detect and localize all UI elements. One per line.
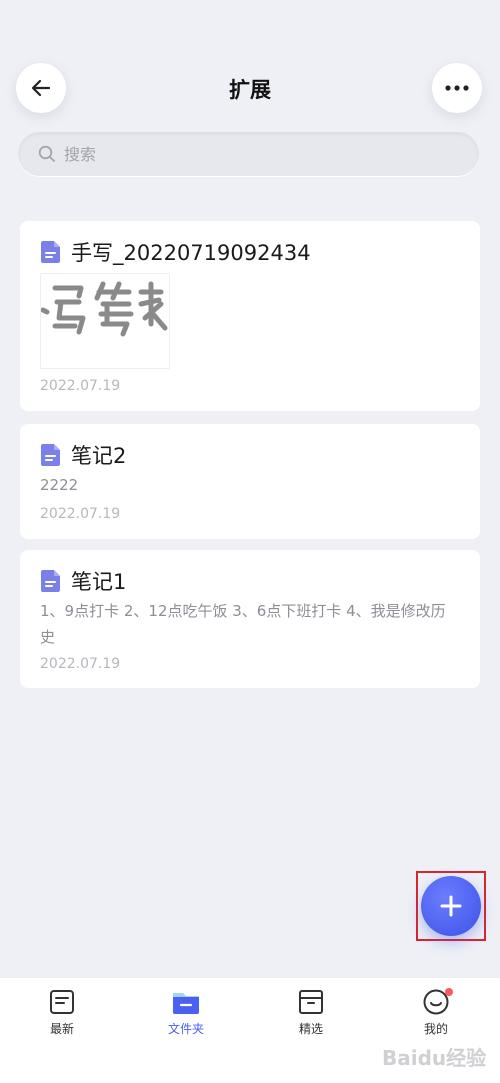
folder-icon [173, 993, 199, 1014]
document-icon [41, 570, 60, 592]
plus-icon [440, 895, 462, 917]
watermark: Baidu经验 [382, 1046, 487, 1070]
page-title: 扩展 [229, 78, 271, 102]
note-card[interactable]: 笔记2 2222 2022.07.19 [20, 424, 480, 539]
note-title: 手写_20220719092434 [71, 241, 311, 265]
search-icon [38, 145, 55, 162]
handwriting-thumbnail [40, 273, 170, 369]
note-card[interactable]: 手写_20220719092434 2022.07.19 [20, 221, 480, 411]
note-preview: 1、9点打卡 2、12点吃午饭 3、6点下班打卡 4、我是修改历史 [40, 602, 446, 646]
nav-item-folders[interactable]: 文件夹 [141, 988, 231, 1037]
note-header: 手写_20220719092434 [40, 237, 311, 267]
note-title: 笔记1 [71, 570, 127, 594]
document-icon [41, 241, 60, 263]
nav-label: 精选 [298, 1022, 323, 1036]
note-preview: 2222 [40, 476, 79, 494]
document-icon [41, 444, 60, 466]
note-card[interactable]: 笔记1 1、9点打卡 2、12点吃午饭 3、6点下班打卡 4、我是修改历史 20… [20, 550, 480, 688]
note-icon [50, 990, 74, 1014]
notification-badge [445, 988, 453, 996]
note-date: 2022.07.19 [40, 378, 121, 394]
nav-label: 最新 [49, 1022, 74, 1036]
search-input[interactable] [64, 144, 444, 164]
note-date: 2022.07.19 [40, 506, 121, 522]
nav-item-featured[interactable]: 精选 [266, 988, 356, 1037]
add-note-button[interactable] [421, 876, 481, 936]
note-header: 笔记2 [40, 440, 126, 470]
nav-item-mine[interactable]: 我的 [391, 988, 481, 1037]
note-header: 笔记1 [40, 566, 126, 596]
archive-box-icon [299, 990, 323, 1014]
nav-item-latest[interactable]: 最新 [17, 988, 107, 1037]
note-date: 2022.07.19 [40, 656, 121, 672]
nav-label: 文件夹 [167, 1022, 204, 1036]
nav-label: 我的 [423, 1022, 448, 1036]
search-bar[interactable] [18, 132, 479, 176]
ellipsis-horizontal-icon [445, 85, 469, 91]
more-button[interactable] [432, 63, 482, 113]
screen: 扩展 手写_20220719092434 [0, 0, 500, 1083]
handwriting-strokes [41, 281, 168, 337]
note-title: 笔记2 [71, 444, 127, 468]
